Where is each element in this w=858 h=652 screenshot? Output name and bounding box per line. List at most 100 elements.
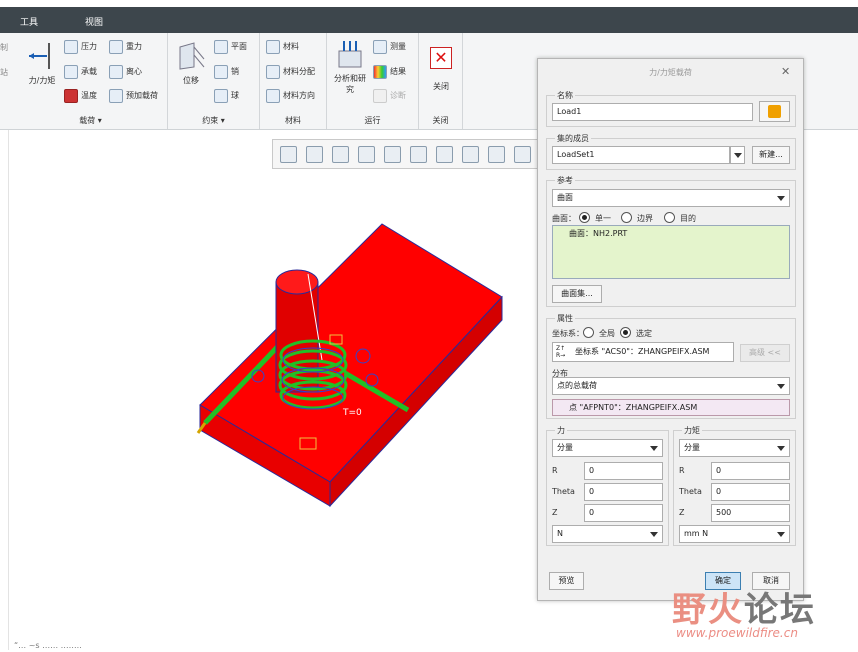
- force-z-label: Z: [552, 508, 558, 517]
- material-assign-button[interactable]: 材料分配: [266, 64, 315, 80]
- force-r-input[interactable]: 0: [584, 462, 663, 480]
- status-text: “… ~s …… ……..: [14, 641, 82, 650]
- close-group: ✕ 关闭 关闭: [419, 33, 463, 129]
- reference-type-select[interactable]: 曲面: [552, 189, 790, 207]
- diagnostics-button[interactable]: 诊断: [373, 88, 406, 104]
- ball-button[interactable]: 球: [214, 88, 239, 104]
- name-legend: 名称: [555, 90, 575, 101]
- dialog-close-icon[interactable]: ✕: [781, 66, 793, 78]
- plane-button[interactable]: 平面: [214, 39, 247, 55]
- title-strip: [0, 0, 858, 7]
- material-orientation-icon: [266, 88, 280, 103]
- displacement-icon: [176, 41, 206, 71]
- preview-button[interactable]: 预览: [549, 572, 584, 590]
- repaint-icon[interactable]: [358, 146, 375, 163]
- force-mode-select[interactable]: 分量: [552, 439, 663, 457]
- radio-global[interactable]: [583, 327, 594, 338]
- gravity-icon: [109, 39, 123, 54]
- moment-mode-select[interactable]: 分量: [679, 439, 790, 457]
- zoom-out-icon[interactable]: [332, 146, 349, 163]
- measure-button[interactable]: 测量: [373, 39, 406, 55]
- member-legend: 集的成员: [555, 133, 591, 144]
- zoom-in-icon[interactable]: [306, 146, 323, 163]
- bearing-button[interactable]: 承载: [64, 64, 97, 80]
- gravity-button[interactable]: 重力: [109, 39, 142, 55]
- pressure-button[interactable]: 压力: [64, 39, 97, 55]
- results-icon: [373, 64, 387, 79]
- material-label: 材料: [283, 42, 299, 51]
- displacement-label: 位移: [183, 76, 199, 85]
- centrifugal-label: 离心: [126, 67, 142, 76]
- member-select[interactable]: LoadSet1: [552, 146, 730, 164]
- temperature-label: 温度: [81, 91, 97, 100]
- properties-legend: 属性: [555, 313, 575, 324]
- analysis-study-label: 分析和研究: [334, 74, 366, 94]
- force-moment-dialog: 力/力矩载荷 ✕ 名称 Load1 集的成员 LoadSet1 新建... 参考…: [537, 58, 804, 601]
- dialog-title: 力/力矩载荷: [649, 68, 692, 77]
- diagnostics-label: 诊断: [390, 91, 406, 100]
- tab-view[interactable]: 视图: [85, 15, 103, 28]
- surface-item: 曲面：NH2.PRT: [569, 229, 628, 238]
- analysis-study-button[interactable]: 分析和研究: [331, 39, 369, 95]
- display-style-icon[interactable]: [384, 146, 401, 163]
- section-icon[interactable]: [488, 146, 505, 163]
- pin-button[interactable]: 销: [214, 64, 239, 80]
- name-input[interactable]: Load1: [552, 103, 753, 121]
- material-orientation-button[interactable]: 材料方向: [266, 88, 315, 104]
- new-set-button[interactable]: 新建...: [752, 146, 790, 164]
- force-moment-button[interactable]: 力/力矩: [22, 41, 62, 86]
- bearing-icon: [64, 64, 78, 79]
- view-toolbar: [272, 139, 542, 169]
- results-button[interactable]: 结果: [373, 64, 406, 80]
- tab-tools[interactable]: 工具: [20, 15, 38, 28]
- partial-item-1: 制: [0, 43, 8, 52]
- ball-label: 球: [231, 91, 239, 100]
- moment-theta-label: Theta: [679, 487, 702, 496]
- moment-r-input[interactable]: 0: [711, 462, 790, 480]
- moment-unit-select[interactable]: mm N: [679, 525, 790, 543]
- close-button[interactable]: ✕ 关闭: [426, 47, 456, 92]
- constraints-group-label[interactable]: 约束 ▾: [168, 115, 259, 126]
- material-button[interactable]: 材料: [266, 39, 299, 55]
- radio-global-label: 全局: [599, 329, 615, 338]
- radio-intent[interactable]: [664, 212, 675, 223]
- moment-z-input[interactable]: 500: [711, 504, 790, 522]
- centrifugal-button[interactable]: 离心: [109, 64, 142, 80]
- moment-theta-input[interactable]: 0: [711, 483, 790, 501]
- ball-icon: [214, 88, 228, 103]
- name-color-button[interactable]: [759, 101, 790, 122]
- point-field[interactable]: 点 "AFPNT0"：ZHANGPEIFX.ASM: [552, 399, 790, 416]
- loads-group: 力/力矩 压力 重力 承载 离心 温度 预加载荷 载荷 ▾: [14, 33, 168, 129]
- surface-set-button[interactable]: 曲面集...: [552, 285, 602, 303]
- member-dropdown-icon[interactable]: [730, 146, 745, 164]
- distribution-select[interactable]: 点的总载荷: [552, 377, 790, 395]
- force-theta-input[interactable]: 0: [584, 483, 663, 501]
- temperature-button[interactable]: 温度: [64, 88, 97, 104]
- loads-group-label[interactable]: 载荷 ▾: [14, 115, 167, 126]
- perspective-icon[interactable]: [462, 146, 479, 163]
- radio-single-label: 单一: [595, 214, 611, 223]
- surface-collector[interactable]: 曲面：NH2.PRT: [552, 225, 790, 279]
- watermark-logo: 野火论坛: [672, 590, 816, 630]
- advanced-button[interactable]: 高级 <<: [740, 344, 790, 362]
- refit-icon[interactable]: [280, 146, 297, 163]
- preload-button[interactable]: 预加载荷: [109, 88, 158, 104]
- results-label: 结果: [390, 67, 406, 76]
- materials-group: 材料 材料分配 材料方向 材料: [260, 33, 327, 129]
- displacement-button[interactable]: 位移: [174, 41, 208, 86]
- pin-icon: [214, 64, 228, 79]
- pressure-icon: [64, 39, 78, 54]
- radio-selected[interactable]: [620, 327, 631, 338]
- view-manager-icon[interactable]: [436, 146, 453, 163]
- reference-fieldset: 参考 曲面 曲面： 单一 边界 目的 曲面：NH2.PRT 曲面集...: [546, 175, 796, 307]
- datum-display-icon[interactable]: [514, 146, 531, 163]
- moment-r-label: R: [679, 466, 685, 475]
- radio-single[interactable]: [579, 212, 590, 223]
- force-z-input[interactable]: 0: [584, 504, 663, 522]
- saved-views-icon[interactable]: [410, 146, 427, 163]
- force-unit-select[interactable]: N: [552, 525, 663, 543]
- radio-boundary[interactable]: [621, 212, 632, 223]
- moment-legend: 力矩: [682, 425, 702, 436]
- coord-system-field[interactable]: Z↑ R→ 坐标系 "ACS0"：ZHANGPEIFX.ASM: [552, 342, 734, 362]
- name-fieldset: 名称 Load1: [546, 90, 796, 127]
